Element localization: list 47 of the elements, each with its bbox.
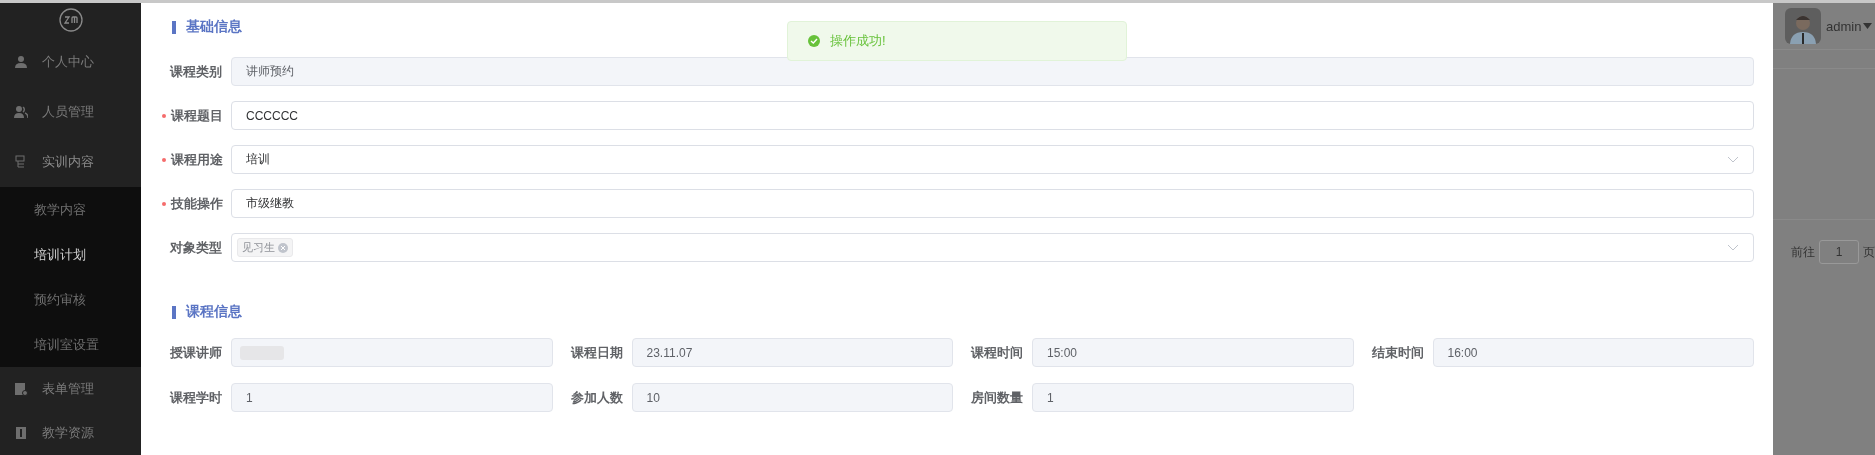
field-label: 对象类型 xyxy=(169,238,222,257)
user-menu[interactable]: admin xyxy=(1826,18,1873,34)
select-field[interactable]: 培训 xyxy=(231,145,1754,174)
chevron-down-icon xyxy=(1727,156,1739,163)
pager-label: 页 xyxy=(1863,243,1875,261)
close-icon[interactable] xyxy=(278,242,288,253)
field-label: 课程日期 xyxy=(569,343,623,362)
menu-icon xyxy=(14,426,28,440)
section-title: 课程信息 xyxy=(186,303,242,321)
field-label: 结束时间 xyxy=(1370,343,1424,362)
menu-icon xyxy=(14,382,28,396)
submenu-item[interactable]: 预约审核 xyxy=(0,277,141,322)
field-label: 课程用途 xyxy=(162,150,222,169)
tag: 见习生 xyxy=(237,238,293,257)
section-title: 基础信息 xyxy=(186,18,242,36)
input-field[interactable]: 市级继教 xyxy=(231,189,1754,218)
field-label: 技能操作 xyxy=(162,194,222,213)
field-label: 授课讲师 xyxy=(169,343,222,362)
chevron-down-icon xyxy=(1727,244,1739,251)
page-input[interactable]: 1 xyxy=(1819,240,1859,264)
menu-item[interactable]: 表单管理 xyxy=(0,367,141,411)
pager-label: 前往 xyxy=(1791,243,1815,261)
menu-item[interactable]: 个人中心 xyxy=(0,37,141,87)
field-label: 参加人数 xyxy=(569,388,623,407)
menu-item[interactable]: 人员管理 xyxy=(0,87,141,137)
logo-icon xyxy=(58,8,83,32)
menu-item[interactable]: 教学资源 xyxy=(0,411,141,455)
toast-message: 操作成功! xyxy=(787,21,1127,61)
title-bar-icon xyxy=(172,20,176,34)
input-field[interactable]: CCCCCC xyxy=(231,101,1754,130)
menu-icon xyxy=(14,55,28,69)
submenu-item[interactable]: 培训室设置 xyxy=(0,322,141,367)
title-bar-icon xyxy=(172,305,176,319)
menu-icon xyxy=(14,105,28,119)
menu-icon xyxy=(14,155,28,169)
field-label: 房间数量 xyxy=(970,388,1023,407)
select-field[interactable]: 见习生 xyxy=(231,233,1754,262)
submenu-item[interactable]: 教学内容 xyxy=(0,187,141,232)
field-label: 课程学时 xyxy=(168,388,222,407)
submenu-item[interactable]: 培训计划 xyxy=(0,232,141,277)
menu-item[interactable]: 实训内容 xyxy=(0,137,141,187)
caret-down-icon xyxy=(1863,23,1873,29)
avatar-icon[interactable] xyxy=(1785,8,1821,44)
check-circle-icon xyxy=(808,35,820,47)
field-label: 课程时间 xyxy=(969,343,1023,362)
field-label: 课程题目 xyxy=(162,106,222,125)
field-label: 课程类别 xyxy=(168,62,222,81)
